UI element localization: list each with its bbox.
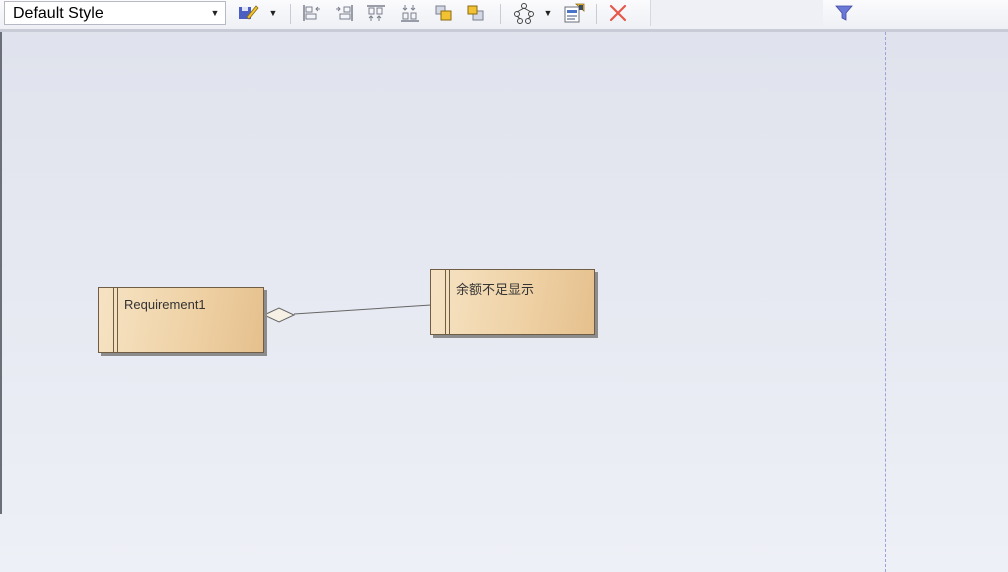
requirement-bar: [445, 270, 450, 334]
requirement-bar: [113, 288, 118, 352]
requirement-label: 余额不足显示: [456, 282, 535, 297]
requirement-element[interactable]: 余额不足显示: [430, 269, 595, 335]
requirement-label: Requirement1: [124, 297, 206, 312]
requirement-element[interactable]: Requirement1: [98, 287, 264, 353]
